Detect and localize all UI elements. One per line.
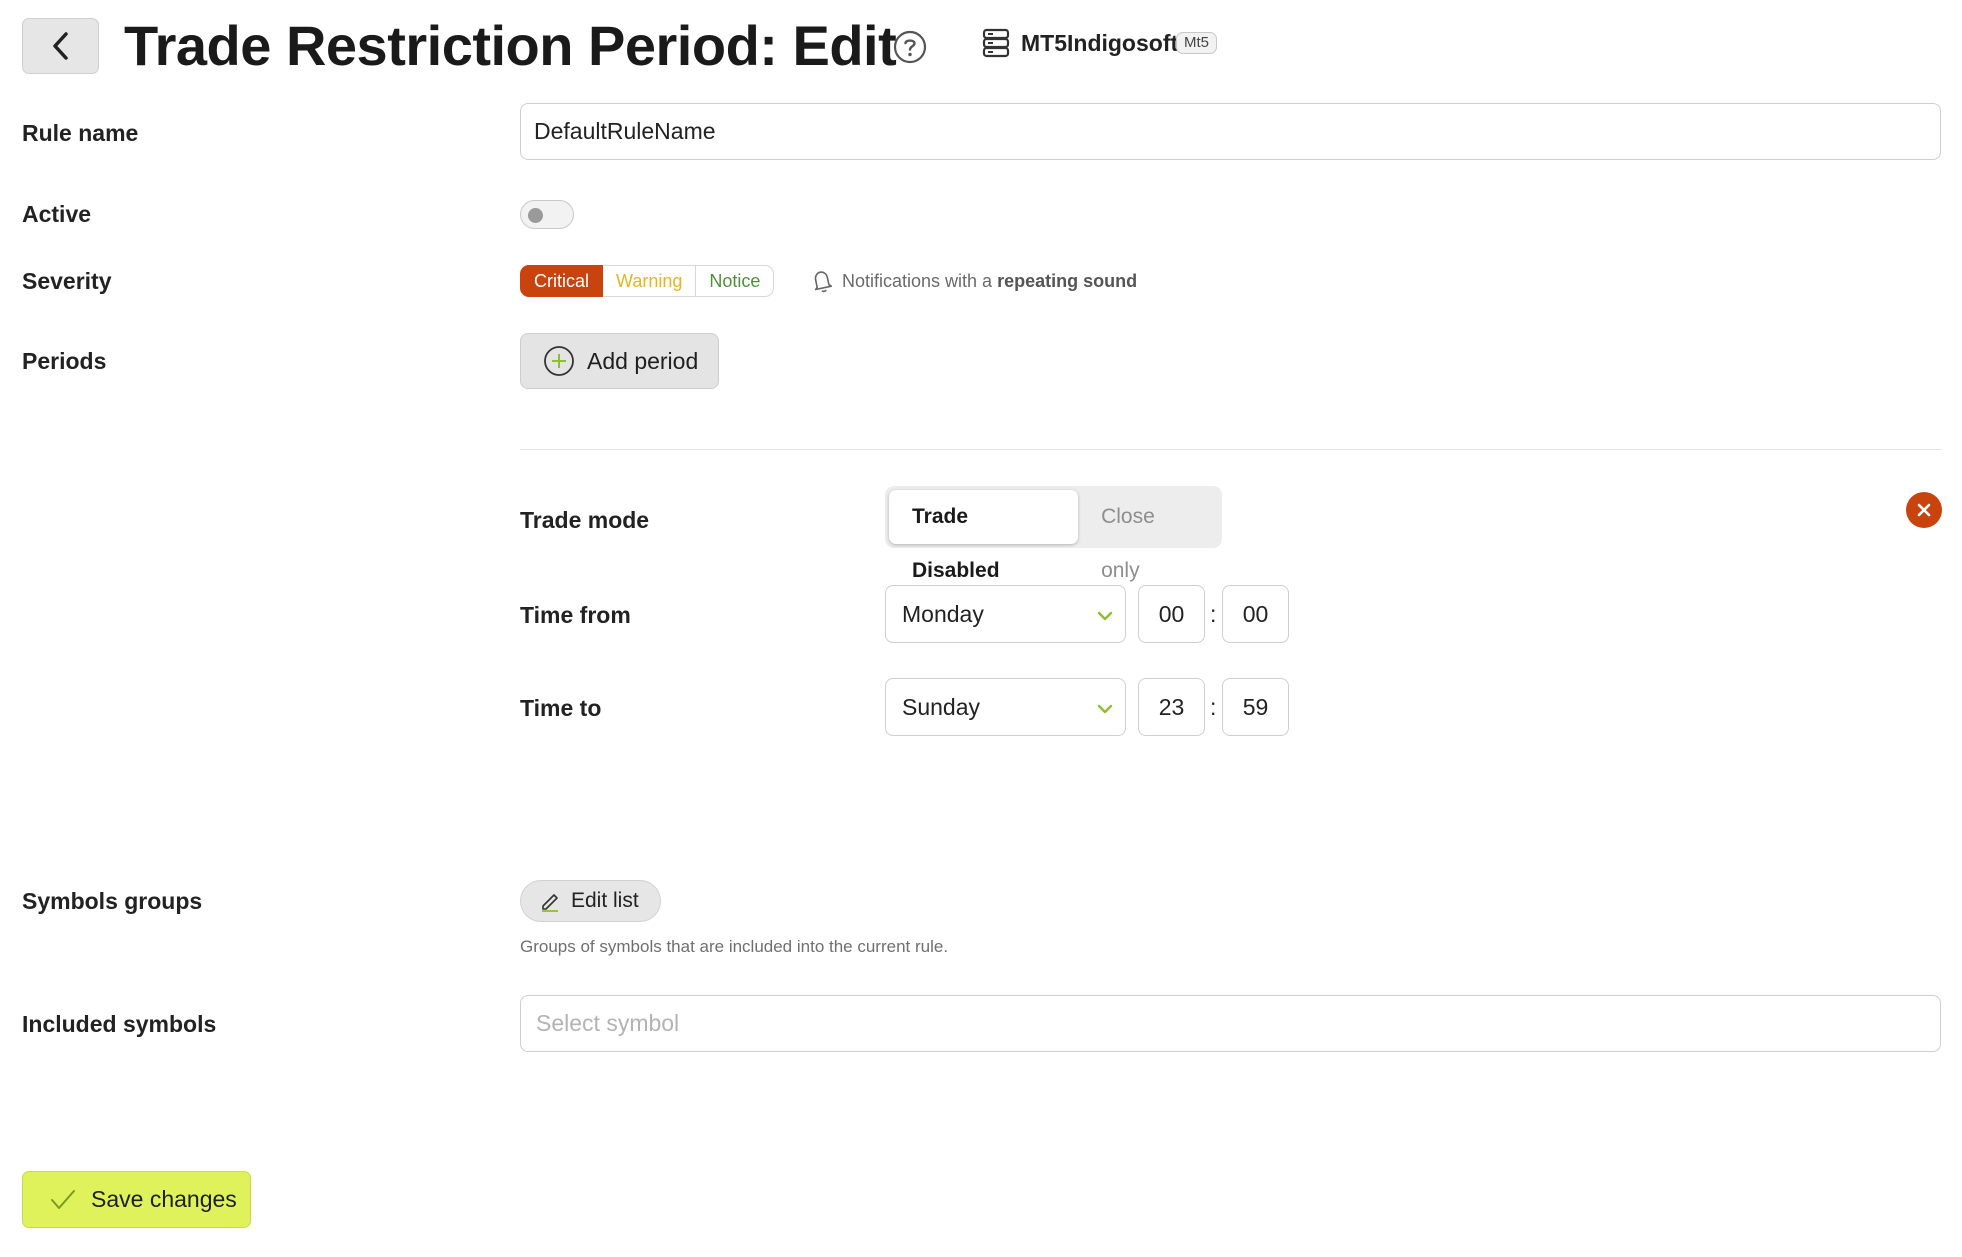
time-separator: : (1210, 694, 1217, 720)
active-label: Active (22, 201, 92, 227)
trade-mode-label: Trade mode (520, 507, 650, 533)
rule-name-label: Rule name (22, 120, 139, 146)
time-from-label: Time from (520, 602, 631, 628)
period-divider (520, 449, 1941, 450)
severity-critical-option[interactable]: Critical (520, 265, 604, 297)
chevron-down-icon (1097, 611, 1113, 621)
select-symbol-input[interactable] (520, 995, 1941, 1052)
severity-warning-option[interactable]: Warning (603, 265, 697, 297)
time-from-minute-input[interactable] (1222, 585, 1289, 643)
active-toggle[interactable] (520, 200, 574, 229)
edit-list-button[interactable]: Edit list (520, 880, 661, 922)
symbols-groups-label: Symbols groups (22, 888, 203, 914)
severity-notice-option[interactable]: Notice (696, 265, 775, 297)
time-separator: : (1210, 601, 1217, 627)
server-name: MT5Indigosoft (1021, 30, 1179, 56)
periods-label: Periods (22, 348, 107, 374)
severity-label: Severity (22, 268, 112, 294)
chevron-left-icon (52, 32, 68, 60)
bell-icon (814, 271, 832, 293)
remove-period-button[interactable] (1906, 492, 1942, 528)
check-icon (51, 1189, 75, 1209)
trade-mode-disabled-option[interactable]: Trade Disabled (889, 490, 1079, 582)
time-to-label: Time to (520, 695, 602, 721)
notification-note-text: Notifications with a (842, 271, 993, 291)
time-from-day-select[interactable]: Monday (885, 585, 1126, 643)
severity-selector: Critical Warning Notice (520, 265, 775, 297)
toggle-knob (528, 208, 543, 223)
time-from-day-value: Monday (902, 601, 984, 627)
edit-list-label: Edit list (571, 889, 639, 912)
question-circle-icon[interactable] (893, 30, 927, 64)
trade-mode-selector: Trade Disabled Close only (885, 486, 1222, 582)
plus-circle-icon (544, 346, 574, 376)
add-period-button[interactable]: Add period (520, 333, 719, 389)
save-changes-label: Save changes (91, 1186, 237, 1212)
included-symbols-label: Included symbols (22, 1011, 217, 1037)
add-period-label: Add period (587, 347, 699, 374)
close-icon (1917, 503, 1931, 517)
back-button[interactable] (22, 18, 99, 74)
severity-notification-note: Notifications with a repeating sound (842, 268, 1137, 294)
trade-mode-close-only-option[interactable]: Close only (1078, 490, 1218, 582)
save-changes-button[interactable]: Save changes (22, 1171, 251, 1228)
symbols-groups-help: Groups of symbols that are included into… (520, 937, 949, 956)
notification-note-emphasis: repeating sound (997, 271, 1138, 291)
server-platform-badge: Mt5 (1176, 32, 1218, 54)
page-title: Trade Restriction Period: Edit (124, 14, 897, 77)
rule-name-input[interactable] (520, 103, 1941, 160)
time-from-hour-input[interactable] (1138, 585, 1205, 643)
time-to-minute-input[interactable] (1222, 678, 1289, 736)
time-to-hour-input[interactable] (1138, 678, 1205, 736)
chevron-down-icon (1097, 704, 1113, 714)
time-to-day-select[interactable]: Sunday (885, 678, 1126, 736)
server-icon (982, 28, 1010, 58)
time-to-day-value: Sunday (902, 694, 981, 720)
pencil-icon (542, 894, 558, 912)
